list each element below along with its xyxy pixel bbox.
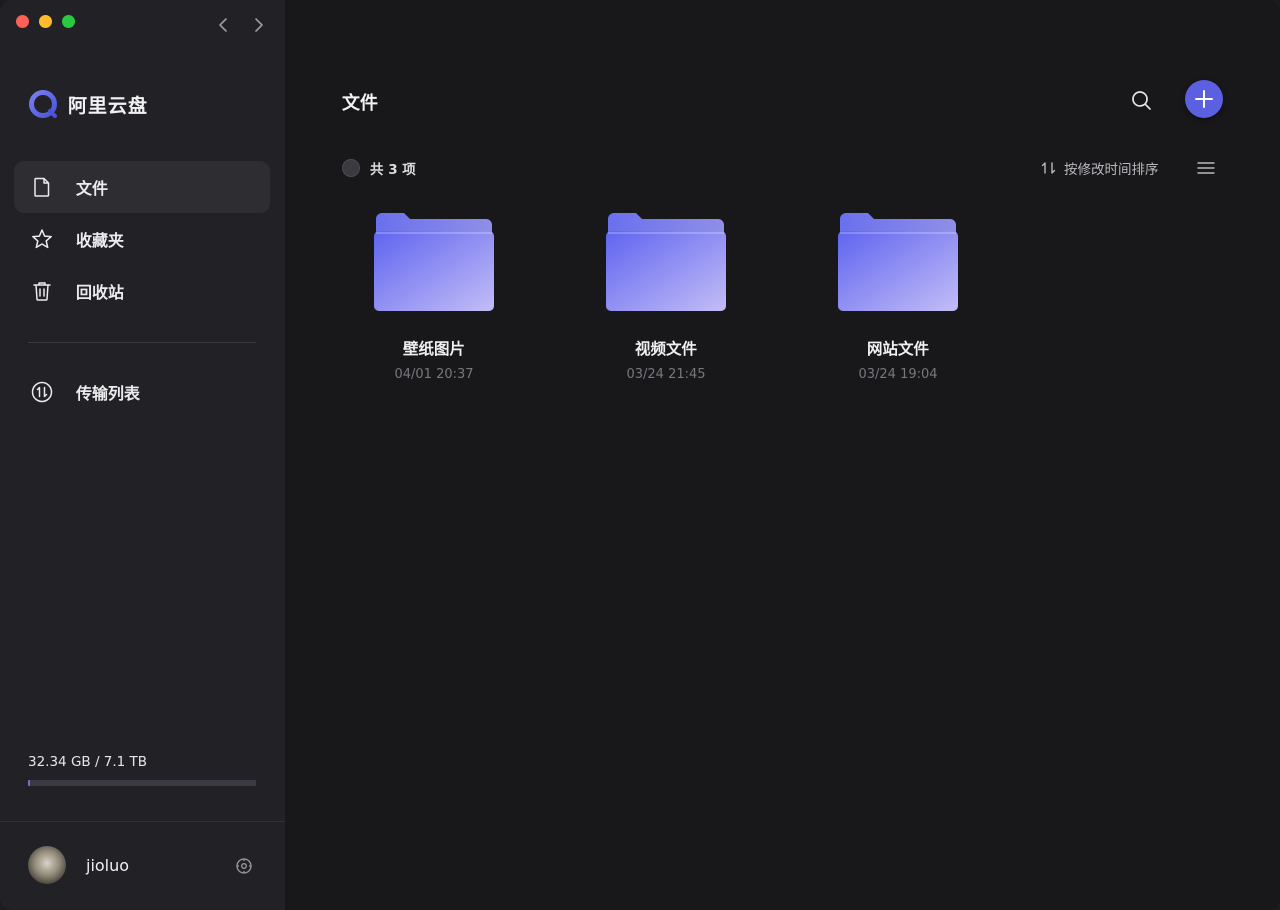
chevron-left-icon xyxy=(219,18,227,32)
forward-button[interactable] xyxy=(252,17,266,33)
search-icon[interactable] xyxy=(1129,88,1155,114)
plus-icon xyxy=(1195,90,1213,108)
storage-text: 32.34 GB / 7.1 TB xyxy=(28,754,148,770)
avatar[interactable] xyxy=(28,846,66,884)
transfer-icon xyxy=(30,380,54,404)
sidebar-divider xyxy=(28,342,256,343)
selection-bar: 共 3 项 xyxy=(342,158,416,178)
sidebar-item-trash[interactable]: 回收站 xyxy=(14,265,270,317)
folder-icon xyxy=(606,213,726,311)
brand: 阿里云盘 xyxy=(28,89,148,119)
sidebar-item-favorites[interactable]: 收藏夹 xyxy=(14,213,270,265)
storage-usage: 32.34 GB / 7.1 TB xyxy=(28,754,256,786)
user-divider xyxy=(0,821,285,822)
sidebar-item-label: 文件 xyxy=(76,179,109,198)
select-all-checkbox[interactable] xyxy=(342,159,360,177)
sidebar-nav: 文件 收藏夹 回收站 xyxy=(14,161,270,317)
folder-date: 03/24 19:04 xyxy=(858,367,938,382)
folder-name: 视频文件 xyxy=(634,340,697,358)
user-profile[interactable]: jioluo xyxy=(28,846,129,884)
main-content: 文件 共 3 项 按修改时间排序 壁纸图片 04/01 20:37 视频文件 0… xyxy=(285,0,1280,910)
user-name: jioluo xyxy=(86,855,130,875)
sidebar: 阿里云盘 文件 收藏夹 回收站 传输列表 32.34 GB / 7.1 TB j… xyxy=(0,0,285,910)
transfer-section: 传输列表 xyxy=(14,366,270,418)
app-window: JioLuo.comJioLuo.comJioLuo.comJioLuo.com… xyxy=(0,0,1280,910)
folder-name: 网站文件 xyxy=(866,340,929,358)
chevron-right-icon xyxy=(255,18,263,32)
folder-icon xyxy=(838,213,958,311)
folder-date: 04/01 20:37 xyxy=(394,367,474,382)
sidebar-item-files[interactable]: 文件 xyxy=(14,161,270,213)
storage-bar xyxy=(28,780,256,786)
app-name: 阿里云盘 xyxy=(68,94,149,117)
folder-icon xyxy=(374,213,494,311)
add-button[interactable] xyxy=(1185,80,1223,118)
close-window-button[interactable] xyxy=(16,15,29,28)
sort-label: 按修改时间排序 xyxy=(1064,162,1159,178)
sidebar-item-label: 传输列表 xyxy=(76,384,141,403)
maximize-window-button[interactable] xyxy=(62,15,75,28)
sort-icon xyxy=(1041,162,1056,174)
storage-bar-fill xyxy=(28,780,30,786)
sidebar-item-label: 收藏夹 xyxy=(76,231,125,250)
window-controls xyxy=(16,15,75,28)
folder-item[interactable]: 壁纸图片 04/01 20:37 xyxy=(347,205,579,382)
folder-item[interactable]: 网站文件 03/24 19:04 xyxy=(811,205,1043,382)
file-grid: 壁纸图片 04/01 20:37 视频文件 03/24 21:45 网站文件 0… xyxy=(347,205,1043,382)
trash-icon xyxy=(30,279,54,303)
folder-name: 壁纸图片 xyxy=(402,340,465,358)
back-button[interactable] xyxy=(216,17,230,33)
item-count: 共 3 项 xyxy=(370,162,416,178)
sort-button[interactable]: 按修改时间排序 xyxy=(1040,158,1159,178)
folder-item[interactable]: 视频文件 03/24 21:45 xyxy=(579,205,811,382)
sidebar-item-transfers[interactable]: 传输列表 xyxy=(14,366,270,418)
folder-date: 03/24 21:45 xyxy=(626,367,706,382)
star-icon xyxy=(30,227,54,251)
history-nav xyxy=(216,17,266,33)
file-icon xyxy=(30,175,54,199)
list-view-icon[interactable] xyxy=(1197,160,1215,176)
aliyun-drive-logo-icon xyxy=(29,90,57,118)
minimize-window-button[interactable] xyxy=(39,15,52,28)
sidebar-item-label: 回收站 xyxy=(76,283,125,302)
settings-icon[interactable] xyxy=(235,857,253,875)
page-title: 文件 xyxy=(342,93,378,114)
